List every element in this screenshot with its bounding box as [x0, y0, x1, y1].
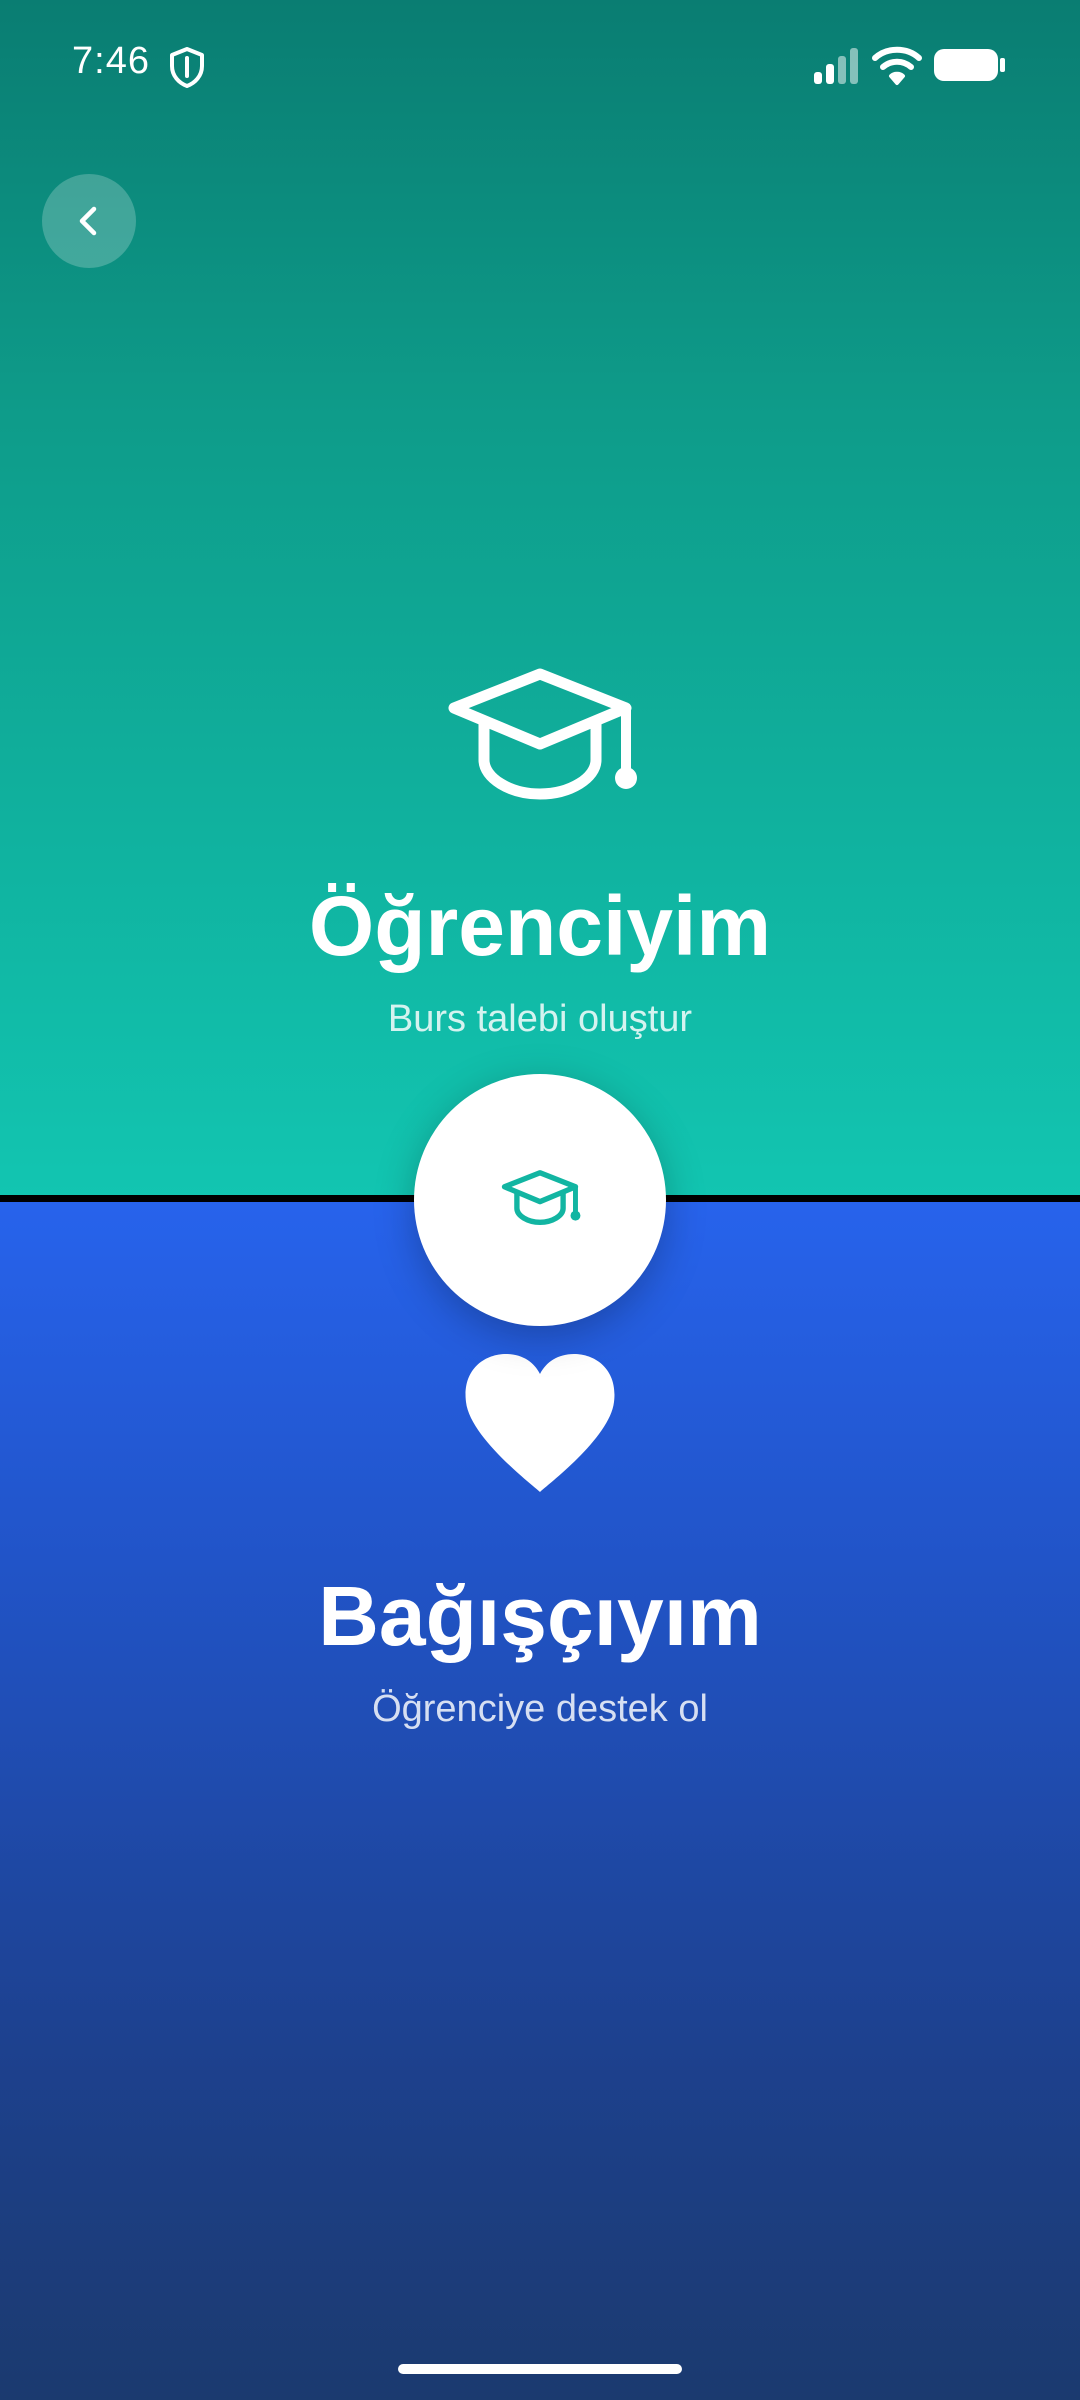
role-toggle-button[interactable] — [414, 1074, 666, 1326]
status-time: 7:46 — [72, 40, 150, 82]
heart-icon — [465, 1354, 615, 1492]
signal-icon — [814, 48, 858, 84]
donor-subtitle: Öğrenciye destek ol — [372, 1688, 708, 1731]
graduation-cap-icon — [448, 668, 637, 800]
status-bar: 7:46 — [0, 0, 1080, 130]
shield-icon — [170, 47, 204, 88]
graduation-cap-icon — [501, 1170, 581, 1225]
donor-title: Bağışçıyım — [318, 1569, 762, 1663]
chevron-left-icon — [79, 206, 97, 236]
role-selection-screen: 7:46 Öğrenciyim Burs talebi oluştur Bağı… — [0, 0, 1080, 2400]
student-option[interactable]: Öğrenciyim Burs talebi oluştur — [0, 660, 1080, 1041]
student-title: Öğrenciyim — [308, 879, 772, 973]
back-button[interactable] — [42, 174, 136, 268]
home-indicator[interactable] — [398, 2364, 682, 2374]
student-subtitle: Burs talebi oluştur — [387, 998, 693, 1041]
battery-icon — [934, 49, 1005, 81]
wifi-icon — [872, 46, 922, 85]
donor-option[interactable]: Bağışçıyım Öğrenciye destek ol — [0, 1350, 1080, 1731]
